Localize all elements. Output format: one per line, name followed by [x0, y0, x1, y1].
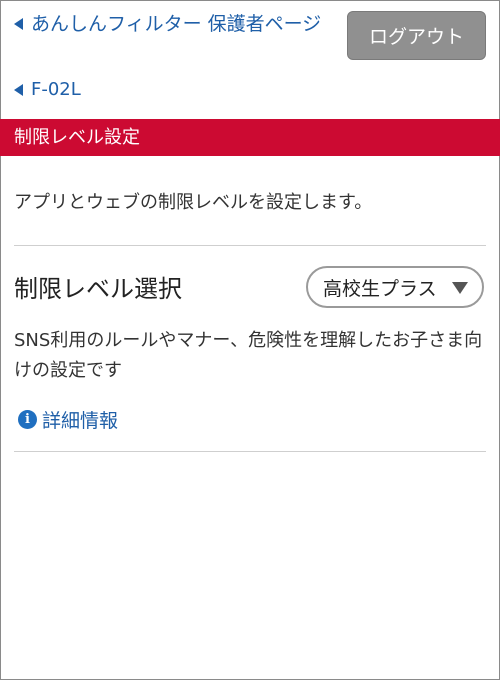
caret-down-icon	[452, 282, 468, 294]
level-select-value: 高校生プラス	[323, 277, 437, 300]
caret-left-icon	[14, 84, 23, 96]
divider	[14, 245, 486, 246]
page-description: アプリとウェブの制限レベルを設定します。	[14, 192, 373, 213]
logout-button[interactable]: ログアウト	[347, 11, 486, 60]
level-select[interactable]: 高校生プラス	[306, 266, 484, 308]
info-link-label: 詳細情報	[42, 410, 119, 432]
back-link-filter-page[interactable]: あんしんフィルター 保護者ページ	[14, 10, 334, 39]
back-link-filter-label: あんしんフィルター 保護者ページ	[31, 13, 322, 35]
level-select-label: 制限レベル選択	[14, 275, 182, 303]
info-link[interactable]: i 詳細情報	[18, 406, 118, 433]
section-title: 制限レベル設定	[0, 119, 500, 156]
back-link-device[interactable]: F-02L	[14, 78, 81, 102]
back-link-device-label: F-02L	[31, 79, 81, 100]
info-circle-icon: i	[18, 410, 37, 429]
caret-left-icon	[14, 18, 23, 30]
level-description: SNS利用のルールやマナー、危険性を理解したお子さま向けの設定です	[14, 330, 483, 381]
divider	[14, 451, 486, 452]
header: あんしんフィルター 保護者ページ F-02L ログアウト	[0, 0, 500, 118]
